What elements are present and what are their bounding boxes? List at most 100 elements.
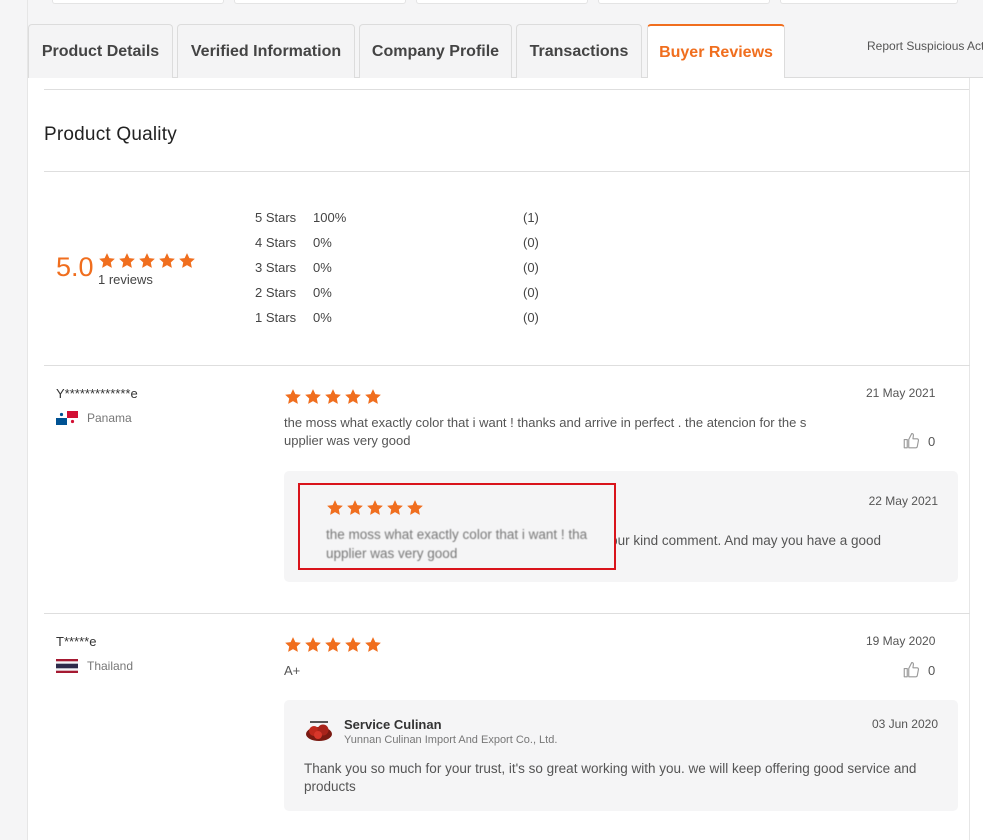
tab-label: Company Profile: [371, 42, 500, 60]
divider: [44, 89, 969, 90]
divider: [44, 613, 970, 614]
review-date: 21 May 2021: [866, 386, 936, 400]
rating-count: (0): [523, 285, 539, 300]
star-icon: [98, 252, 116, 270]
rating-level: 4 Stars: [255, 235, 297, 250]
reply-date: 03 Jun 2020: [871, 717, 938, 731]
thailand-flag-icon: [56, 659, 78, 673]
divider: [44, 365, 970, 366]
like-count: 0: [928, 433, 936, 449]
highlight-overlay: the moss what exactly color that i want …: [298, 483, 616, 570]
reviewer-name: T*****e: [56, 634, 97, 649]
star-icon: [138, 252, 156, 270]
rating-percent: 100%: [313, 210, 347, 225]
like-button[interactable]: 0: [902, 661, 935, 679]
like-count: 0: [928, 662, 936, 678]
reply-text-line: Thank you so much for your trust, it's s…: [304, 761, 917, 776]
left-gutter: [0, 0, 28, 840]
divider: [44, 171, 970, 172]
reply-date: 22 May 2021: [868, 494, 938, 508]
top-nav-pill[interactable]: [416, 0, 588, 4]
tab-verified-information[interactable]: Verified Information: [177, 24, 355, 78]
star-icon: [178, 252, 196, 270]
star-icon: [386, 499, 404, 517]
section-title: Product Quality: [44, 124, 177, 145]
rating-level: 1 Stars: [255, 310, 297, 325]
reply-text-line: products: [304, 779, 356, 794]
overlay-stars: [326, 499, 424, 517]
overall-stars: [98, 252, 196, 270]
seller-reply: Service Culinan Yunnan Culinan Import An…: [284, 700, 958, 811]
top-nav-pill[interactable]: [598, 0, 770, 4]
reviewer-name: Y*************e: [56, 386, 138, 401]
review-stars: [284, 388, 382, 406]
reviews-panel: Product Quality 5.0 1 reviews 5 Stars 10…: [28, 78, 983, 840]
rating-percent: 0%: [313, 285, 332, 300]
review-text: A+: [284, 663, 301, 678]
star-icon: [324, 388, 342, 406]
star-icon: [364, 636, 382, 654]
star-icon: [406, 499, 424, 517]
review-text-line: upplier was very good: [284, 433, 411, 448]
report-suspicious-activity-link[interactable]: Report Suspicious Activity: [867, 39, 983, 53]
star-icon: [344, 636, 362, 654]
overall-score: 5.0: [56, 252, 94, 282]
tab-company-profile[interactable]: Company Profile: [359, 24, 512, 78]
tab-product-details[interactable]: Product Details: [28, 24, 173, 78]
like-button[interactable]: 0: [902, 432, 935, 450]
star-icon: [366, 499, 384, 517]
tab-label: Verified Information: [190, 42, 342, 60]
rating-percent: 0%: [313, 260, 332, 275]
country-name: Thailand: [87, 659, 134, 673]
reviewer-country: Panama: [56, 411, 132, 425]
rating-level: 3 Stars: [255, 260, 297, 275]
tab-label: Transactions: [529, 42, 629, 60]
star-icon: [346, 499, 364, 517]
top-nav-pill[interactable]: [780, 0, 958, 4]
rating-level: 5 Stars: [255, 210, 297, 225]
tab-transactions[interactable]: Transactions: [516, 24, 642, 78]
country-name: Panama: [87, 411, 132, 425]
star-icon: [158, 252, 176, 270]
reply-text: Thank you so much for your trust, it's s…: [304, 760, 944, 796]
star-icon: [304, 388, 322, 406]
review-date: 19 May 2020: [866, 634, 936, 648]
tab-label: Product Details: [41, 42, 160, 60]
review-text-line: the moss what exactly color that i want …: [284, 415, 807, 430]
rating-level: 2 Stars: [255, 285, 297, 300]
review-text: the moss what exactly color that i want …: [284, 414, 806, 450]
star-icon: [326, 499, 344, 517]
review-count: 1 reviews: [98, 272, 153, 287]
star-icon: [284, 388, 302, 406]
page: Product Details Verified Information Com…: [0, 0, 983, 840]
seller-logo-icon: [304, 719, 334, 743]
star-icon: [344, 388, 362, 406]
seller-name: Service Culinan: [344, 717, 442, 732]
seller-company: Yunnan Culinan Import And Export Co., Lt…: [344, 734, 558, 746]
reviewer-country: Thailand: [56, 659, 133, 673]
overlay-text-line: upplier was very good: [326, 546, 458, 561]
rating-count: (0): [523, 260, 539, 275]
rating-percent: 0%: [313, 235, 332, 250]
top-strip: [28, 0, 983, 8]
top-nav-pill[interactable]: [234, 0, 406, 4]
thumbs-up-icon: [903, 661, 920, 678]
rating-count: (0): [523, 310, 539, 325]
rating-percent: 0%: [313, 310, 332, 325]
top-nav-pill[interactable]: [52, 0, 224, 4]
tab-buyer-reviews[interactable]: Buyer Reviews: [647, 24, 785, 79]
review-stars: [284, 636, 382, 654]
panel-edge: [969, 78, 970, 840]
star-icon: [118, 252, 136, 270]
overlay-text-line: the moss what exactly color that i want …: [326, 527, 588, 542]
star-icon: [324, 636, 342, 654]
rating-count: (1): [523, 210, 539, 225]
star-icon: [304, 636, 322, 654]
star-icon: [364, 388, 382, 406]
thumbs-up-icon: [903, 432, 920, 449]
panama-flag-icon: [56, 411, 78, 425]
rating-count: (0): [523, 235, 539, 250]
tab-label: Buyer Reviews: [659, 43, 773, 61]
tabs-bar: Product Details Verified Information Com…: [28, 8, 983, 79]
star-icon: [284, 636, 302, 654]
